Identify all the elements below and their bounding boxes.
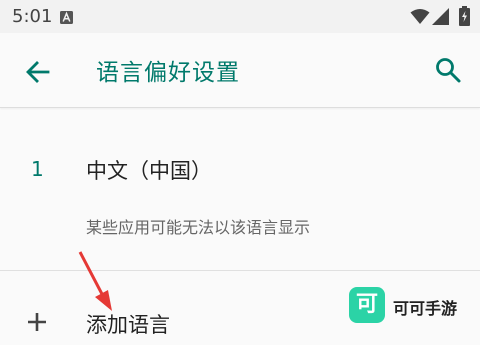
language-note: 某些应用可能无法以该语言显示 — [86, 218, 311, 237]
arrow-left-icon[interactable] — [24, 58, 52, 86]
plus-icon — [26, 311, 48, 337]
watermark-logo: 可 — [349, 287, 385, 323]
a-icon — [60, 9, 73, 28]
language-list-item[interactable]: 1 中文（中国） 某些应用可能无法以该语言显示 — [0, 108, 480, 270]
add-language-label: 添加语言 — [86, 313, 170, 337]
status-bar: 5:01 — [0, 0, 480, 33]
status-time: 5:01 — [12, 6, 53, 27]
app-bar: 语言偏好设置 — [0, 33, 480, 108]
search-icon[interactable] — [434, 56, 462, 84]
watermark-text: 可可手游 — [393, 299, 458, 318]
wifi-icon — [410, 8, 430, 29]
watermark: 可 可可手游 — [349, 287, 473, 323]
battery-icon — [459, 6, 470, 30]
language-name: 中文（中国） — [86, 159, 212, 183]
language-index: 1 — [31, 157, 44, 181]
page-title: 语言偏好设置 — [96, 60, 240, 86]
signal-icon — [432, 8, 449, 29]
